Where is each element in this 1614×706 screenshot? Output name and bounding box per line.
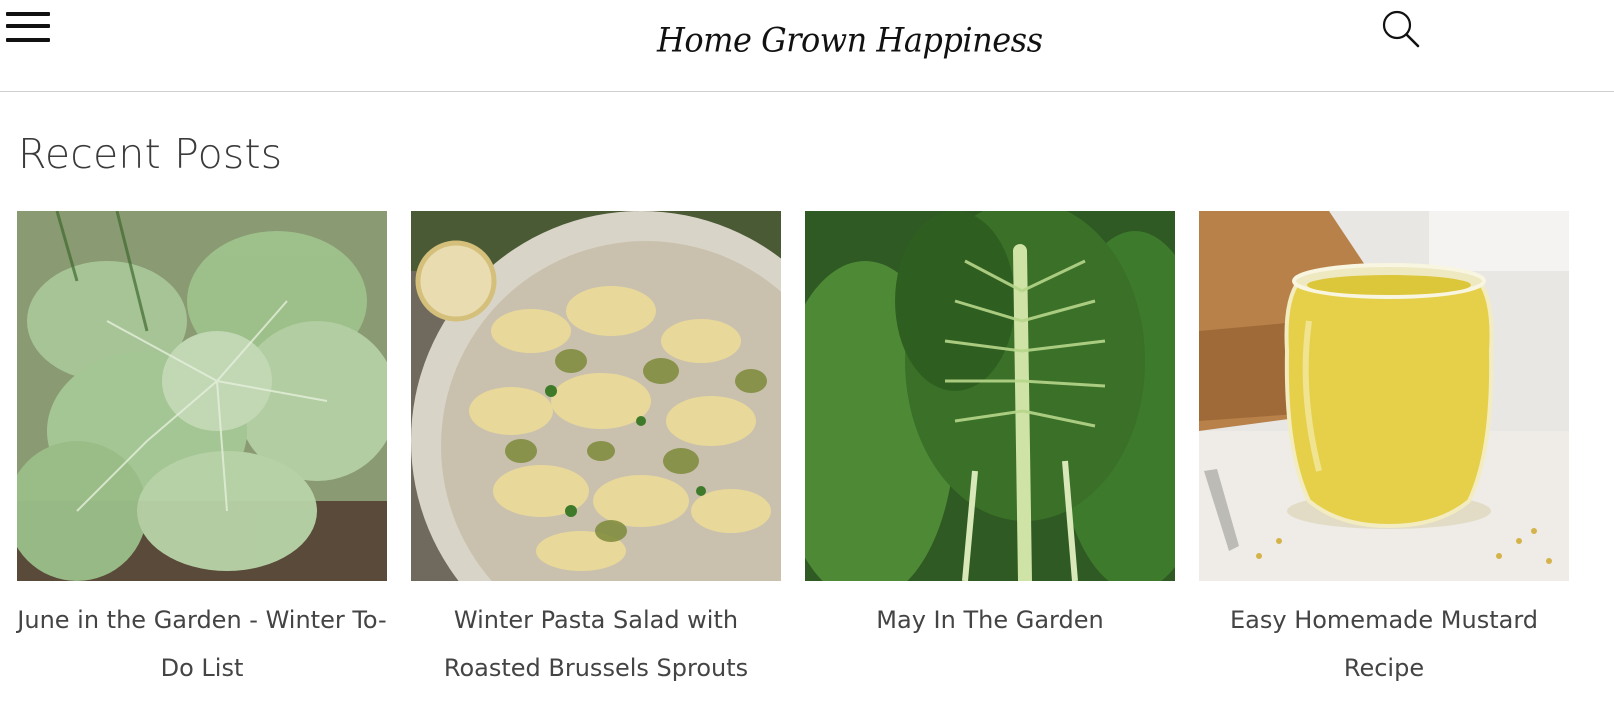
post-title-link[interactable]: Winter Pasta Salad with Roasted Brussels… [411,596,781,692]
post-thumbnail-chard[interactable] [805,211,1175,581]
post-title-link[interactable]: June in the Garden - Winter To-Do List [17,596,387,692]
post-card: June in the Garden - Winter To-Do List [17,211,387,692]
post-card: May In The Garden [805,211,1175,644]
section-title: Recent Posts [18,130,283,178]
site-header: Home Grown Happiness [0,0,1614,92]
post-title-link[interactable]: Easy Homemade Mustard Recipe [1199,596,1569,692]
post-thumbnail-pasta[interactable] [411,211,781,581]
post-thumbnail-cabbage[interactable] [17,211,387,581]
post-card: Easy Homemade Mustard Recipe [1199,211,1569,692]
post-card: Winter Pasta Salad with Roasted Brussels… [411,211,781,692]
search-icon[interactable] [1380,8,1424,52]
site-logo[interactable]: Home Grown Happiness [657,9,1043,72]
hamburger-menu-icon[interactable] [6,12,50,46]
post-title-link[interactable]: May In The Garden [805,596,1175,644]
post-thumbnail-mustard[interactable] [1199,211,1569,581]
